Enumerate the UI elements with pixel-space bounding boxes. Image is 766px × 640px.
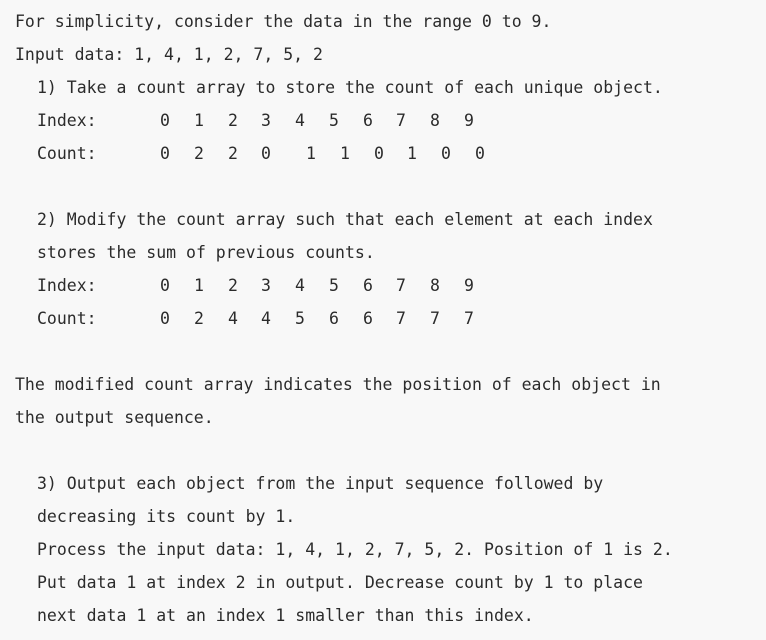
step2-index-value: 5 [329,276,339,295]
step2-description-line1: 2) Modify the count array such that each… [37,210,653,229]
step2-index-value: 0 [160,276,170,295]
step1-index-value: 2 [228,111,238,130]
step2-count-value: 7 [396,309,406,328]
step1-count-value: 0 [475,144,485,163]
step2-count-value: 7 [464,309,474,328]
document-body: For simplicity, consider the data in the… [0,0,766,640]
step1-count-label: Count: [37,144,97,163]
step1-index-value: 0 [160,111,170,130]
step1-count-value: 0 [261,144,271,163]
step1-index-value: 1 [194,111,204,130]
step1-index-value: 9 [464,111,474,130]
step1-count-value: 0 [441,144,451,163]
intro-input-data-line: Input data: 1, 4, 1, 2, 7, 5, 2 [15,45,323,64]
step1-index-value: 6 [363,111,373,130]
step2-count-value: 6 [329,309,339,328]
step2-count-value: 2 [194,309,204,328]
step1-count-value: 2 [194,144,204,163]
step3-line4: Put data 1 at index 2 in output. Decreas… [37,573,643,592]
step2-count-label: Count: [37,309,97,328]
step2-index-value: 2 [228,276,238,295]
step1-index-label: Index: [37,111,97,130]
step2-index-value: 1 [194,276,204,295]
step2-count-value: 4 [261,309,271,328]
step1-description: 1) Take a count array to store the count… [37,78,663,97]
step1-index-value: 7 [396,111,406,130]
step2-index-value: 6 [363,276,373,295]
step2-index-value: 4 [295,276,305,295]
step3-line2: decreasing its count by 1. [37,507,296,526]
step2-description-line2: stores the sum of previous counts. [37,243,375,262]
step1-index-value: 8 [430,111,440,130]
step1-count-value: 0 [160,144,170,163]
step2-count-value: 4 [228,309,238,328]
step2-count-value: 6 [363,309,373,328]
intro-range-line: For simplicity, consider the data in the… [15,12,552,31]
modified-note-line1: The modified count array indicates the p… [15,375,661,394]
modified-note-line2: the output sequence. [15,408,214,427]
step1-count-value: 1 [306,144,316,163]
step3-line3: Process the input data: 1, 4, 1, 2, 7, 5… [37,540,673,559]
step3-line5: next data 1 at an index 1 smaller than t… [37,606,534,625]
step3-line1: 3) Output each object from the input seq… [37,474,604,493]
step1-count-value: 0 [374,144,384,163]
step2-index-value: 7 [396,276,406,295]
step1-count-value: 2 [228,144,238,163]
step1-count-value: 1 [340,144,350,163]
step1-count-value: 1 [407,144,417,163]
step2-count-value: 5 [295,309,305,328]
step2-count-value: 0 [160,309,170,328]
step1-index-value: 4 [295,111,305,130]
step2-index-label: Index: [37,276,97,295]
step1-index-value: 3 [261,111,271,130]
step2-index-value: 8 [430,276,440,295]
step2-count-value: 7 [430,309,440,328]
step1-index-value: 5 [329,111,339,130]
step2-index-value: 3 [261,276,271,295]
step2-index-value: 9 [464,276,474,295]
